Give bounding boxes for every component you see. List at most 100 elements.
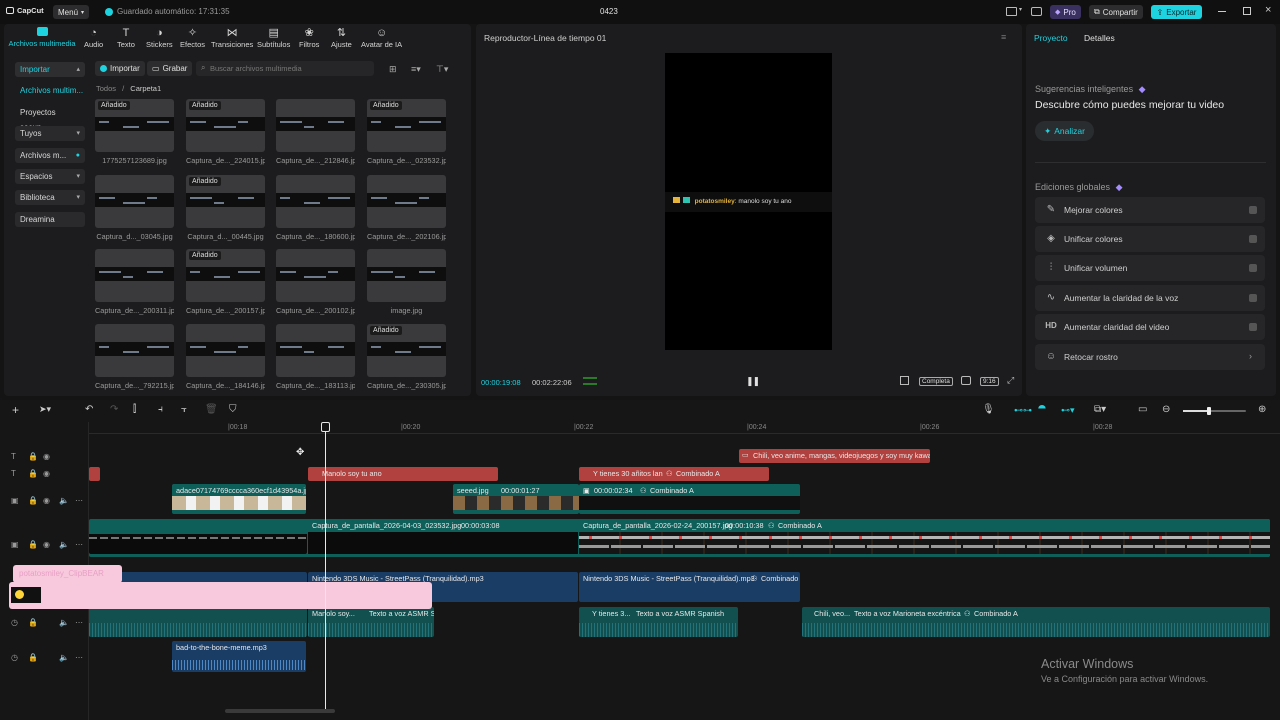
eye-icon[interactable]: ◉: [43, 469, 50, 478]
layout-icon[interactable]: [1006, 7, 1017, 16]
media-thumbnail[interactable]: [276, 324, 355, 377]
sidebar-item-yours[interactable]: Tuyos ▾: [15, 126, 85, 141]
media-thumbnail[interactable]: Añadido: [186, 175, 265, 228]
analyze-button[interactable]: ✦ Analizar: [1035, 121, 1094, 141]
lock-icon[interactable]: 🔒: [28, 540, 38, 549]
export-button[interactable]: ⇪ Exportar: [1151, 5, 1202, 19]
sidebar-item-spaces[interactable]: Espacios ▾: [15, 169, 85, 184]
split-right-icon[interactable]: ⫟: [181, 404, 187, 415]
screenshot-icon[interactable]: [961, 376, 971, 385]
media-thumbnail[interactable]: [367, 175, 446, 228]
text-clip-chili[interactable]: ▭ Chili, veo anime, mangas, videojuegos …: [739, 449, 930, 463]
video-clip-seeed[interactable]: seeed.jpg 00:00:01:27: [453, 484, 579, 514]
edit-unify-colors[interactable]: ◈ Unificar colores: [1035, 226, 1265, 252]
undo-icon[interactable]: ↶: [85, 404, 93, 415]
speaker-icon[interactable]: 🔈: [59, 496, 69, 505]
record-button[interactable]: ▭ Grabar: [147, 61, 193, 76]
tab-adjust[interactable]: ⇅ Ajuste: [331, 27, 352, 49]
playhead-handle[interactable]: [321, 422, 330, 432]
audio-clip-bone[interactable]: bad-to-the-bone-meme.mp3: [172, 641, 306, 672]
select-tool-icon[interactable]: ➤▾: [39, 404, 51, 415]
more-icon[interactable]: ⋯: [75, 496, 83, 505]
playhead[interactable]: [325, 422, 326, 712]
minimize-icon[interactable]: [1218, 11, 1226, 12]
shield-icon[interactable]: ⛉: [229, 404, 237, 415]
main-clip-cap2[interactable]: Captura_de_pantalla_2026-02-24_200157.jp…: [579, 519, 1270, 557]
more-icon[interactable]: ⋯: [75, 618, 83, 627]
tab-media[interactable]: Archivos multimedia: [7, 27, 77, 48]
tab-subtitles[interactable]: ▤ Subtítulos: [257, 27, 290, 49]
ratio-button[interactable]: Completa: [919, 377, 953, 386]
zoom-out-icon[interactable]: ⊖: [1162, 404, 1170, 415]
video-clip-combined[interactable]: ▣ 00:00:02:34 ⚇ Combinado A: [579, 484, 800, 514]
caption-icon[interactable]: ▭: [1138, 404, 1147, 415]
player-menu-icon[interactable]: ≡: [1001, 32, 1006, 42]
search-input[interactable]: ⌕ Buscar archivos multimedia: [196, 61, 374, 76]
link-main-icon[interactable]: ⊷⊶: [1014, 405, 1032, 416]
toggle[interactable]: [1249, 235, 1257, 243]
eye-icon[interactable]: ◉: [43, 540, 50, 549]
import-button[interactable]: Importar: [95, 61, 145, 76]
edit-retouch-face[interactable]: ☺ Retocar rostro ›: [1035, 344, 1265, 370]
fullscreen-icon[interactable]: ⤢: [1007, 375, 1014, 386]
video-clip-adace[interactable]: adace07174769cccca360ecf1d43954a.jpg: [172, 484, 306, 514]
timeline-scrollbar[interactable]: [225, 709, 335, 713]
tab-audio[interactable]: ◔ Audio: [84, 27, 103, 49]
more-icon[interactable]: ⋯: [75, 653, 83, 662]
link-icon[interactable]: ⊷▾: [1061, 405, 1075, 416]
media-thumbnail[interactable]: [367, 249, 446, 302]
more-icon[interactable]: ⋯: [75, 540, 83, 549]
maximize-icon[interactable]: [1243, 7, 1251, 15]
edit-enhance-colors[interactable]: ✎ Mejorar colores: [1035, 197, 1265, 223]
sidebar-item-library[interactable]: Biblioteca ▾: [15, 190, 85, 205]
media-thumbnail[interactable]: Añadido: [186, 99, 265, 152]
edit-unify-volume[interactable]: ⫶ Unificar volumen: [1035, 255, 1265, 281]
drag-ghost-clip[interactable]: [9, 582, 432, 609]
edit-video-clarity[interactable]: HD Aumentar claridad del video: [1035, 314, 1265, 340]
tab-details[interactable]: Detalles: [1084, 33, 1115, 43]
grid-view-icon[interactable]: ⊞: [389, 64, 397, 75]
media-thumbnail[interactable]: [276, 175, 355, 228]
filter-icon[interactable]: ⊤▾: [436, 64, 448, 75]
media-thumbnail[interactable]: [95, 175, 174, 228]
eye-icon[interactable]: ◉: [43, 496, 50, 505]
sidebar-item-media-files[interactable]: Archivos multim...: [15, 83, 85, 98]
tab-project[interactable]: Proyecto: [1034, 33, 1068, 43]
delete-icon[interactable]: 🗑: [205, 404, 218, 415]
lock-icon[interactable]: 🔒: [28, 618, 38, 627]
speaker-icon[interactable]: 🔈: [59, 653, 69, 662]
microphone-icon[interactable]: 🎙: [982, 404, 995, 415]
split-left-icon[interactable]: ⫞: [158, 404, 163, 415]
media-thumbnail[interactable]: Añadido: [367, 99, 446, 152]
zoom-slider[interactable]: [1183, 407, 1246, 415]
add-track-icon[interactable]: +: [12, 403, 19, 417]
toggle[interactable]: [1249, 323, 1257, 331]
magnet-icon[interactable]: ⯊: [1038, 404, 1046, 415]
text-clip-manolo[interactable]: Manolo soy tu ano: [308, 467, 498, 481]
shortcut-icon[interactable]: [1031, 7, 1042, 16]
sort-icon[interactable]: ≡▾: [411, 64, 421, 75]
tts-clip-chili[interactable]: Chili, veo... Texto a voz Marioneta excé…: [802, 607, 1270, 637]
tab-ai-avatar[interactable]: ☺ Avatar de IA: [361, 27, 402, 49]
tab-effects[interactable]: ✧ Efectos: [180, 27, 205, 49]
redo-icon[interactable]: ↷: [110, 404, 118, 415]
pause-button[interactable]: ❚❚: [746, 376, 760, 387]
layout-dropdown-icon[interactable]: ▾: [1019, 6, 1022, 13]
close-icon[interactable]: ×: [1265, 4, 1271, 16]
toggle[interactable]: [1249, 206, 1257, 214]
tts-clip-ytienes[interactable]: Y tienes 3... Texto a voz ASMR Spanish: [579, 607, 738, 637]
zoom-slider-handle[interactable]: [1207, 407, 1211, 415]
toggle[interactable]: [1249, 294, 1257, 302]
tts-clip-left[interactable]: [89, 607, 307, 637]
menu-button[interactable]: Menú ▾: [53, 5, 90, 19]
tab-text[interactable]: T Texto: [117, 27, 135, 49]
tts-clip-manolo[interactable]: Manolo soy... Texto a voz ASMR Sp: [308, 607, 434, 637]
breadcrumb-folder[interactable]: Carpeta1: [130, 84, 161, 93]
media-thumbnail[interactable]: Añadido: [186, 249, 265, 302]
speaker-icon[interactable]: 🔈: [59, 618, 69, 627]
breadcrumb-all[interactable]: Todos: [96, 84, 116, 93]
media-thumbnail[interactable]: Añadido: [95, 99, 174, 152]
speaker-icon[interactable]: 🔈: [59, 540, 69, 549]
preview-axis-icon[interactable]: ⧉▾: [1094, 404, 1106, 415]
lock-icon[interactable]: 🔒: [28, 653, 38, 662]
